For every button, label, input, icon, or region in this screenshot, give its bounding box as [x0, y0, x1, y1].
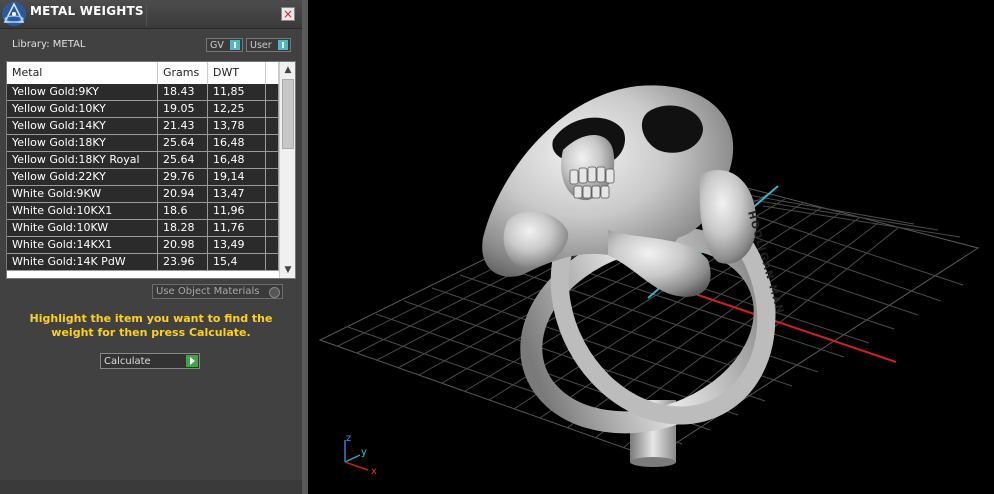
cell-metal: White Gold:14KX1: [7, 237, 158, 253]
app-logo-icon: [2, 2, 26, 26]
table-row[interactable]: White Gold:10KW 18.28 11,76: [7, 220, 279, 237]
user-info-icon: [278, 40, 288, 50]
scroll-thumb[interactable]: [282, 79, 294, 149]
cell-grams: 21.43: [158, 118, 208, 134]
cell-metal: White Gold:10KW: [7, 220, 158, 236]
calculate-button[interactable]: Calculate: [100, 353, 200, 369]
cell-dwt: 13,49: [208, 237, 266, 253]
table-scrollbar[interactable]: ▲ ▼: [279, 62, 295, 278]
cell-empty: [266, 186, 279, 202]
cell-metal: White Gold:14K PdW: [7, 254, 158, 270]
table-row[interactable]: Yellow Gold:18KY Royal 25.64 16,48: [7, 152, 279, 169]
axis-z-label: z: [346, 433, 351, 444]
use-object-materials-toggle[interactable]: Use Object Materials: [152, 284, 283, 299]
column-header-grams[interactable]: Grams: [158, 62, 208, 84]
cell-empty: [266, 152, 279, 168]
cell-grams: 25.64: [158, 152, 208, 168]
table-body: Yellow Gold:9KY 18.43 11,85 Yellow Gold:10K…: [7, 84, 279, 271]
column-header-extra: [266, 62, 279, 84]
close-button[interactable]: ×: [281, 7, 295, 21]
cell-dwt: 11,85: [208, 84, 266, 100]
cell-grams: 25.64: [158, 135, 208, 151]
cell-grams: 18.28: [158, 220, 208, 236]
cell-grams: 23.96: [158, 254, 208, 270]
table-row[interactable]: White Gold:9KW 20.94 13,47: [7, 186, 279, 203]
cell-dwt: 16,48: [208, 152, 266, 168]
cell-grams: 20.98: [158, 237, 208, 253]
cell-grams: 19.05: [158, 101, 208, 117]
cell-metal: Yellow Gold:10KY: [7, 101, 158, 117]
column-header-metal[interactable]: Metal: [7, 62, 158, 84]
cell-metal: Yellow Gold:22KY: [7, 169, 158, 185]
table-row[interactable]: White Gold:14K PdW 23.96 15,4: [7, 254, 279, 271]
panel-title: METAL WEIGHTS: [30, 4, 144, 18]
scroll-up-icon[interactable]: ▲: [282, 64, 294, 76]
cell-empty: [266, 135, 279, 151]
cell-dwt: 19,14: [208, 169, 266, 185]
instruction-text: Highlight the item you want to find the …: [29, 312, 273, 339]
cell-empty: [266, 169, 279, 185]
cell-grams: 18.43: [158, 84, 208, 100]
table-row[interactable]: Yellow Gold:18KY 25.64 16,48: [7, 135, 279, 152]
cell-grams: 18.6: [158, 203, 208, 219]
gv-label: GV: [210, 40, 224, 51]
cell-empty: [266, 203, 279, 219]
cell-grams: 20.94: [158, 186, 208, 202]
table-row[interactable]: White Gold:10KX1 18.6 11,96: [7, 203, 279, 220]
gv-toggle-button[interactable]: GV: [206, 38, 243, 52]
table-row[interactable]: Yellow Gold:9KY 18.43 11,85: [7, 84, 279, 101]
panel-titlebar: METAL WEIGHTS ×: [0, 0, 302, 29]
axis-x-label: x: [371, 466, 377, 477]
user-label: User: [250, 40, 272, 51]
gv-info-icon: [230, 40, 240, 50]
cell-metal: Yellow Gold:9KY: [7, 84, 158, 100]
cell-dwt: 11,76: [208, 220, 266, 236]
cell-dwt: 16,48: [208, 135, 266, 151]
axis-y-label: y: [361, 447, 367, 458]
table-row[interactable]: Yellow Gold:10KY 19.05 12,25: [7, 101, 279, 118]
cell-empty: [266, 84, 279, 100]
cell-empty: [266, 101, 279, 117]
cell-dwt: 13,78: [208, 118, 266, 134]
use-object-materials-label: Use Object Materials: [156, 286, 260, 297]
cell-dwt: 15,4: [208, 254, 266, 270]
metal-weights-panel: METAL WEIGHTS × Library: METAL GV User M…: [0, 0, 302, 494]
play-arrow-icon: [186, 355, 198, 367]
table-header: Metal Grams DWT: [7, 62, 279, 84]
column-header-dwt[interactable]: DWT: [208, 62, 266, 84]
table-row[interactable]: Yellow Gold:22KY 29.76 19,14: [7, 169, 279, 186]
cell-metal: Yellow Gold:18KY Royal: [7, 152, 158, 168]
table-row[interactable]: Yellow Gold:14KY 21.43 13,78: [7, 118, 279, 135]
cell-empty: [266, 237, 279, 253]
cell-metal: White Gold:9KW: [7, 186, 158, 202]
table-row[interactable]: White Gold:14KX1 20.98 13,49: [7, 237, 279, 254]
user-toggle-button[interactable]: User: [246, 38, 291, 52]
calculate-label: Calculate: [104, 356, 151, 367]
cell-empty: [266, 220, 279, 236]
scroll-down-icon[interactable]: ▼: [282, 264, 294, 276]
viewport-canvas[interactable]: HOOLIGAN MAN z y x: [308, 0, 994, 494]
radio-icon: [269, 287, 280, 298]
cell-metal: Yellow Gold:18KY: [7, 135, 158, 151]
cell-empty: [266, 254, 279, 270]
library-label: Library: METAL: [12, 39, 86, 50]
cell-metal: White Gold:10KX1: [7, 203, 158, 219]
panel-footer: [0, 480, 302, 494]
axis-gizmo: z y x: [344, 433, 377, 477]
title-divider: [146, 4, 147, 26]
cell-metal: Yellow Gold:14KY: [7, 118, 158, 134]
cell-empty: [266, 118, 279, 134]
metal-table: Metal Grams DWT Yellow Gold:9KY 18.43 11,8…: [6, 61, 296, 279]
cell-dwt: 13,47: [208, 186, 266, 202]
3d-viewport[interactable]: HOOLIGAN MAN z y x: [308, 0, 994, 494]
cell-dwt: 12,25: [208, 101, 266, 117]
cell-dwt: 11,96: [208, 203, 266, 219]
cell-grams: 29.76: [158, 169, 208, 185]
